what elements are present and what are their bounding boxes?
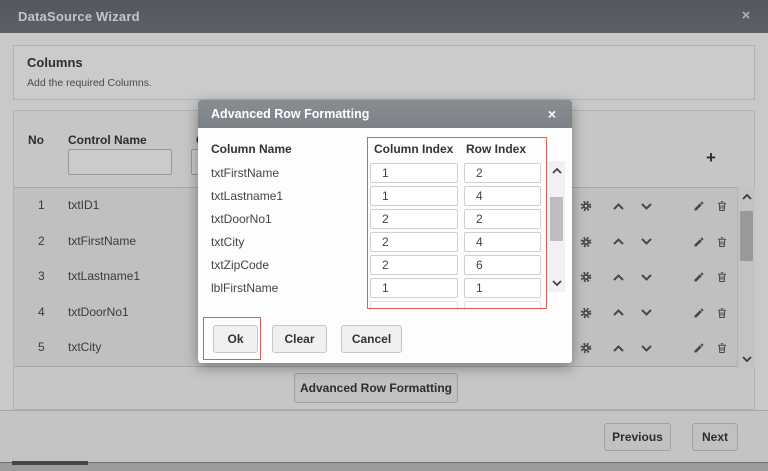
modal-row: txtLastname1 <box>198 185 743 208</box>
column-index-input[interactable] <box>370 278 458 298</box>
screen: DataSource Wizard × Columns Add the requ… <box>0 0 768 471</box>
modal-row-list: txtFirstName txtLastname1 txtDoorNo1 txt… <box>198 162 743 310</box>
modal-titlebar: Advanced Row Formatting × <box>198 100 572 128</box>
ok-button[interactable]: Ok <box>213 325 258 353</box>
column-index-input[interactable] <box>370 186 458 206</box>
row-index-input[interactable] <box>464 209 541 229</box>
modal-header-column-name: Column Name <box>211 142 292 156</box>
clear-button[interactable]: Clear <box>272 325 327 353</box>
modal-row: lblFirstName <box>198 277 743 300</box>
modal-title: Advanced Row Formatting <box>211 107 369 121</box>
column-index-input[interactable] <box>370 232 458 252</box>
row-index-input[interactable] <box>464 232 541 252</box>
column-index-input[interactable] <box>370 163 458 183</box>
row-index-input[interactable] <box>464 186 541 206</box>
column-name-label: txtFirstName <box>211 162 279 184</box>
modal-row-partial <box>198 300 743 310</box>
column-index-input[interactable] <box>370 301 458 310</box>
modal-row: txtZipCode <box>198 254 743 277</box>
scroll-thumb[interactable] <box>550 197 563 241</box>
column-name-label: lblFirstName <box>211 277 278 299</box>
scroll-up-icon[interactable] <box>548 163 565 178</box>
row-index-input[interactable] <box>464 278 541 298</box>
modal-close-icon[interactable]: × <box>543 105 561 123</box>
modal-row: txtDoorNo1 <box>198 208 743 231</box>
column-name-label: txtZipCode <box>211 254 269 276</box>
modal-header-row-index: Row Index <box>466 142 526 156</box>
row-index-input[interactable] <box>464 163 541 183</box>
modal-header-column-index: Column Index <box>374 142 453 156</box>
modal-row: txtFirstName <box>198 162 743 185</box>
modal-scrollbar[interactable] <box>548 161 565 292</box>
column-index-input[interactable] <box>370 209 458 229</box>
column-name-label: txtDoorNo1 <box>211 208 272 230</box>
column-name-label: txtCity <box>211 231 244 253</box>
row-index-input[interactable] <box>464 255 541 275</box>
scroll-down-icon[interactable] <box>548 275 565 290</box>
row-index-input[interactable] <box>464 301 541 310</box>
column-index-input[interactable] <box>370 255 458 275</box>
modal-row: txtCity <box>198 231 743 254</box>
cancel-button[interactable]: Cancel <box>341 325 402 353</box>
advanced-row-formatting-dialog: Advanced Row Formatting × Column Name Co… <box>198 100 572 363</box>
background-page-fragment <box>12 461 88 465</box>
column-name-label: txtLastname1 <box>211 185 283 207</box>
